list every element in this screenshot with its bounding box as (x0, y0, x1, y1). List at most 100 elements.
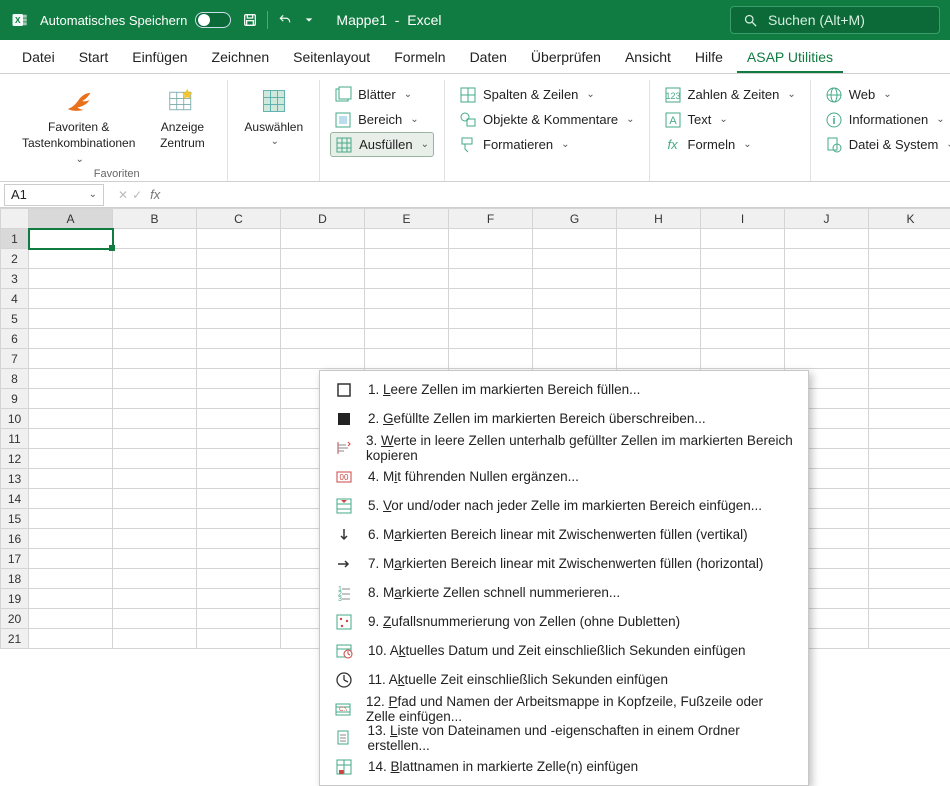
row-header-18[interactable]: 18 (1, 569, 29, 589)
cell-G7[interactable] (533, 349, 617, 369)
spreadsheet-area[interactable]: ABCDEFGHIJKL1234567891011121314151617181… (0, 208, 950, 649)
row-header-17[interactable]: 17 (1, 549, 29, 569)
cell-G6[interactable] (533, 329, 617, 349)
cell-H2[interactable] (617, 249, 701, 269)
cell-A8[interactable] (29, 369, 113, 389)
cell-B20[interactable] (113, 609, 197, 629)
cell-I1[interactable] (701, 229, 785, 249)
cell-A11[interactable] (29, 429, 113, 449)
row-header-13[interactable]: 13 (1, 469, 29, 489)
cell-E6[interactable] (365, 329, 449, 349)
cell-A2[interactable] (29, 249, 113, 269)
cell-A21[interactable] (29, 629, 113, 649)
row-header-6[interactable]: 6 (1, 329, 29, 349)
cell-A13[interactable] (29, 469, 113, 489)
cell-C4[interactable] (197, 289, 281, 309)
cell-A6[interactable] (29, 329, 113, 349)
cell-B16[interactable] (113, 529, 197, 549)
cell-F5[interactable] (449, 309, 533, 329)
cell-K18[interactable] (869, 569, 950, 589)
cell-C14[interactable] (197, 489, 281, 509)
cell-K5[interactable] (869, 309, 950, 329)
cell-H6[interactable] (617, 329, 701, 349)
web-button[interactable]: Web⌄ (821, 82, 950, 107)
cell-E2[interactable] (365, 249, 449, 269)
cell-C18[interactable] (197, 569, 281, 589)
cell-K21[interactable] (869, 629, 950, 649)
chevron-down-icon[interactable]: ⌄ (89, 189, 97, 200)
cell-B3[interactable] (113, 269, 197, 289)
qat-dropdown-icon[interactable] (300, 11, 318, 29)
cell-K1[interactable] (869, 229, 950, 249)
cell-K6[interactable] (869, 329, 950, 349)
cell-B17[interactable] (113, 549, 197, 569)
cell-J1[interactable] (785, 229, 869, 249)
menu-item-8[interactable]: 1238. Markierte Zellen schnell nummerier… (320, 578, 808, 607)
tab-daten[interactable]: Daten (460, 43, 517, 73)
menu-item-9[interactable]: 9. Zufallsnummerierung von Zellen (ohne … (320, 607, 808, 636)
cell-C6[interactable] (197, 329, 281, 349)
cell-H5[interactable] (617, 309, 701, 329)
cell-F1[interactable] (449, 229, 533, 249)
menu-item-2[interactable]: 2. Gefüllte Zellen im markierten Bereich… (320, 404, 808, 433)
informationen-button[interactable]: iInformationen⌄ (821, 107, 950, 132)
cell-D2[interactable] (281, 249, 365, 269)
formula-input[interactable] (166, 184, 950, 206)
row-header-4[interactable]: 4 (1, 289, 29, 309)
cell-C3[interactable] (197, 269, 281, 289)
bereich-button[interactable]: Bereich⌄ (330, 107, 434, 132)
cell-J7[interactable] (785, 349, 869, 369)
tab-einf-gen[interactable]: Einfügen (122, 43, 197, 73)
cell-A5[interactable] (29, 309, 113, 329)
cell-A12[interactable] (29, 449, 113, 469)
fx-label[interactable]: fx (150, 187, 160, 202)
cell-B14[interactable] (113, 489, 197, 509)
row-header-10[interactable]: 10 (1, 409, 29, 429)
datei-system-button[interactable]: Datei & System⌄ (821, 132, 950, 157)
cell-F6[interactable] (449, 329, 533, 349)
ausfuellen-button[interactable]: Ausfüllen⌄ (330, 132, 434, 157)
cell-A7[interactable] (29, 349, 113, 369)
spalten-zeilen-button[interactable]: Spalten & Zeilen⌄ (455, 82, 639, 107)
auswaehlen-button[interactable]: Auswählen ⌄ (238, 82, 309, 150)
cell-B15[interactable] (113, 509, 197, 529)
cell-A17[interactable] (29, 549, 113, 569)
cell-E4[interactable] (365, 289, 449, 309)
cell-D7[interactable] (281, 349, 365, 369)
cell-A20[interactable] (29, 609, 113, 629)
cell-F4[interactable] (449, 289, 533, 309)
tab-asap-utilities[interactable]: ASAP Utilities (737, 43, 843, 73)
text-button[interactable]: AText⌄ (660, 107, 800, 132)
col-header-B[interactable]: B (113, 209, 197, 229)
objekte-kommentare-button[interactable]: Objekte & Kommentare⌄ (455, 107, 639, 132)
cell-G4[interactable] (533, 289, 617, 309)
cell-H1[interactable] (617, 229, 701, 249)
cell-K20[interactable] (869, 609, 950, 629)
cell-A14[interactable] (29, 489, 113, 509)
cell-K9[interactable] (869, 389, 950, 409)
cell-B21[interactable] (113, 629, 197, 649)
cell-K13[interactable] (869, 469, 950, 489)
cell-F3[interactable] (449, 269, 533, 289)
row-header-12[interactable]: 12 (1, 449, 29, 469)
name-box[interactable]: A1 ⌄ (4, 184, 104, 206)
cell-D4[interactable] (281, 289, 365, 309)
cell-A9[interactable] (29, 389, 113, 409)
tab-formeln[interactable]: Formeln (384, 43, 455, 73)
cell-B11[interactable] (113, 429, 197, 449)
cell-K3[interactable] (869, 269, 950, 289)
cell-D1[interactable] (281, 229, 365, 249)
cell-I5[interactable] (701, 309, 785, 329)
cell-D3[interactable] (281, 269, 365, 289)
cell-K19[interactable] (869, 589, 950, 609)
cell-B13[interactable] (113, 469, 197, 489)
cell-A3[interactable] (29, 269, 113, 289)
row-header-2[interactable]: 2 (1, 249, 29, 269)
menu-item-13[interactable]: 13. Liste von Dateinamen und -eigenschaf… (320, 723, 808, 752)
cell-J6[interactable] (785, 329, 869, 349)
cell-B7[interactable] (113, 349, 197, 369)
tab-start[interactable]: Start (69, 43, 119, 73)
cell-K16[interactable] (869, 529, 950, 549)
col-header-F[interactable]: F (449, 209, 533, 229)
row-header-20[interactable]: 20 (1, 609, 29, 629)
